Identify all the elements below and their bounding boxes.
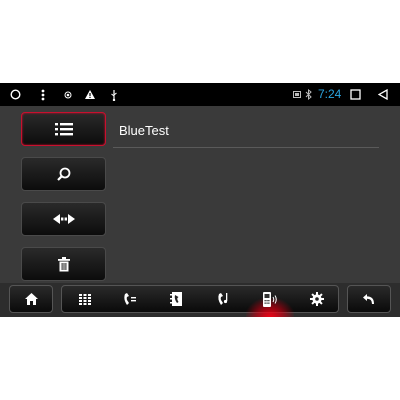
warning-icon [84,83,96,106]
bluetooth-device-panel: BlueTest [0,106,400,283]
phone-bluetooth-icon [263,291,277,307]
search-icon [56,167,70,181]
tab-dialpad[interactable] [65,286,105,312]
square-icon[interactable] [349,83,361,106]
back-button[interactable] [347,285,391,313]
tab-call-log[interactable] [110,286,150,312]
dialpad-icon [79,293,91,305]
delete-device-button[interactable] [21,247,106,281]
tab-music[interactable] [203,286,243,312]
list-divider [113,147,379,148]
bluetooth-function-tabs [61,285,339,317]
menu-dots-icon[interactable] [38,83,48,106]
tab-contacts[interactable] [157,286,197,312]
settings-gear-icon [310,292,324,306]
contacts-icon [170,292,182,306]
connect-arrows-icon [52,214,75,224]
record-icon [62,83,74,106]
head-unit-screen: 7:24 BlueTest [0,83,400,317]
back-arrow-icon [363,294,374,304]
connect-button[interactable] [21,202,106,236]
battery-icon [292,83,302,106]
status-bar: 7:24 [0,83,400,106]
tab-phone-bluetooth[interactable] [246,286,294,317]
tab-settings[interactable] [297,286,337,312]
home-button[interactable] [9,285,53,313]
call-log-icon [124,292,136,305]
home-icon [24,293,38,305]
usb-icon [108,83,120,106]
search-device-button[interactable] [21,157,106,191]
paired-list-button[interactable] [21,112,106,146]
music-note-icon [217,293,227,305]
bottom-nav-bar [0,283,400,317]
bluetooth-icon [303,83,313,106]
trash-icon [57,256,70,271]
list-icon [54,123,73,136]
back-triangle-icon[interactable] [377,83,389,106]
circle-icon[interactable] [8,83,22,106]
device-list-item[interactable]: BlueTest [119,123,169,138]
clock: 7:24 [318,87,342,101]
